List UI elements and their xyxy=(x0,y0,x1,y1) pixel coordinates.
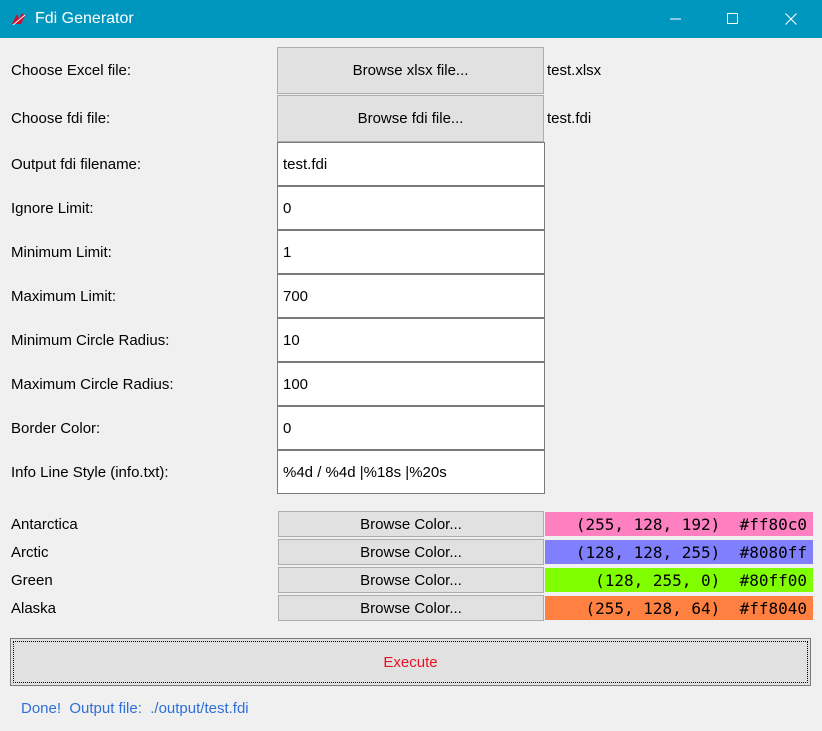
info-line-style-input[interactable]: %4d / %4d |%18s |%20s xyxy=(277,450,545,494)
color-swatch-green: (128, 255, 0) #80ff00 xyxy=(545,568,813,592)
color-name-green: Green xyxy=(11,572,53,589)
color-name-arctic: Arctic xyxy=(11,544,49,561)
output-filename-input[interactable]: test.fdi xyxy=(277,142,545,186)
execute-button[interactable]: Execute xyxy=(10,638,811,686)
tk-feather-icon xyxy=(10,10,28,28)
selected-excel-file: test.xlsx xyxy=(547,62,602,79)
max-circle-radius-input[interactable]: 100 xyxy=(277,362,545,406)
ignore-limit-label: Ignore Limit: xyxy=(11,200,94,217)
border-color-label: Border Color: xyxy=(11,420,101,437)
info-line-style-label: Info Line Style (info.txt): xyxy=(11,464,169,481)
color-swatch-antarctica: (255, 128, 192) #ff80c0 xyxy=(545,512,813,536)
color-name-antarctica: Antarctica xyxy=(11,516,78,533)
output-filename-label: Output fdi filename: xyxy=(11,156,142,173)
browse-xlsx-button[interactable]: Browse xlsx file... xyxy=(277,47,544,94)
minimum-limit-label: Minimum Limit: xyxy=(11,244,112,261)
close-button[interactable] xyxy=(762,0,820,38)
maximum-limit-label: Maximum Limit: xyxy=(11,288,117,305)
ignore-limit-input[interactable]: 0 xyxy=(277,186,545,230)
browse-color-arctic-button[interactable]: Browse Color... xyxy=(278,539,544,565)
status-message: Done! Output file: ./output/test.fdi xyxy=(21,700,249,717)
browse-fdi-button[interactable]: Browse fdi file... xyxy=(277,95,544,142)
min-circle-radius-input[interactable]: 10 xyxy=(277,318,545,362)
excel-file-label: Choose Excel file: xyxy=(11,62,132,79)
window-title: Fdi Generator xyxy=(35,10,134,27)
color-name-alaska: Alaska xyxy=(11,600,57,617)
selected-fdi-file: test.fdi xyxy=(547,110,592,127)
maximum-limit-input[interactable]: 700 xyxy=(277,274,545,318)
minimize-icon xyxy=(670,18,681,20)
max-circle-radius-label: Maximum Circle Radius: xyxy=(11,376,174,393)
color-swatch-alaska: (255, 128, 64) #ff8040 xyxy=(545,596,813,620)
browse-color-alaska-button[interactable]: Browse Color... xyxy=(278,595,544,621)
maximize-icon xyxy=(727,13,738,24)
browse-color-antarctica-button[interactable]: Browse Color... xyxy=(278,511,544,537)
minimum-limit-input[interactable]: 1 xyxy=(277,230,545,274)
min-circle-radius-label: Minimum Circle Radius: xyxy=(11,332,170,349)
maximize-button[interactable] xyxy=(704,0,762,38)
color-swatch-arctic: (128, 128, 255) #8080ff xyxy=(545,540,813,564)
title-bar: Fdi Generator xyxy=(0,0,822,38)
border-color-input[interactable]: 0 xyxy=(277,406,545,450)
fdi-file-label: Choose fdi file: xyxy=(11,110,111,127)
minimize-button[interactable] xyxy=(647,0,705,38)
close-icon xyxy=(785,13,797,25)
browse-color-green-button[interactable]: Browse Color... xyxy=(278,567,544,593)
